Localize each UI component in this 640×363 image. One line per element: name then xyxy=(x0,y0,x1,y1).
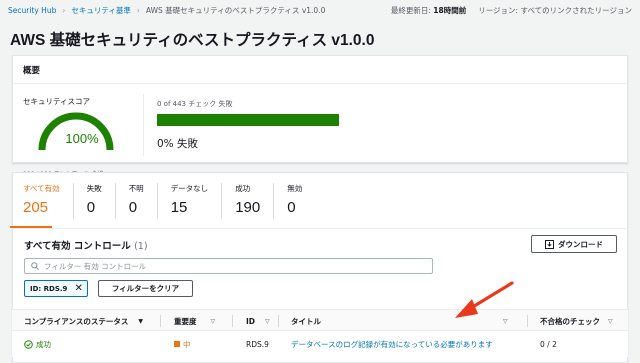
sort-icon: ▽ xyxy=(210,317,216,325)
chevron-right-icon: › xyxy=(136,5,140,15)
status-tab[interactable]: 不明 0 xyxy=(129,183,158,219)
clear-filter-button[interactable]: フィルターをクリア xyxy=(98,280,193,297)
sort-icon: ▽ xyxy=(503,317,508,325)
breadcrumb-current: AWS 基礎セキュリティのベストプラクティス v1.0.0 xyxy=(145,5,326,15)
status-tab-count: 205 xyxy=(23,199,49,216)
controls-count: (1) xyxy=(134,241,148,252)
status-tab-count: 190 xyxy=(235,199,261,216)
status-tab-count: 0 xyxy=(287,199,296,216)
status-tab-label: 成功 xyxy=(235,184,251,193)
status-tab-count: 0 xyxy=(86,199,96,216)
download-icon xyxy=(545,239,554,249)
column-divider[interactable] xyxy=(160,315,161,327)
column-id-label: ID xyxy=(246,316,256,326)
column-divider[interactable] xyxy=(527,315,528,327)
last-updated-label: 最終更新日: xyxy=(390,5,431,15)
breadcrumb-security-hub[interactable]: Security Hub xyxy=(8,6,56,15)
column-status-label: コンプライアンスのステータス xyxy=(24,316,129,326)
last-updated: 最終更新日: 18時間前 xyxy=(391,5,466,16)
column-header-title[interactable]: タイトル ▽ xyxy=(291,310,508,332)
column-title-label: タイトル xyxy=(291,316,321,326)
severity-text: 中 xyxy=(183,339,191,349)
column-header-severity[interactable]: 重要度 ▽ xyxy=(174,310,215,332)
column-severity-label: 重要度 xyxy=(174,316,197,326)
failed-percent: 0% 失敗 xyxy=(157,138,198,150)
chevron-right-icon: › xyxy=(62,5,66,15)
filter-token-label: ID: RDS.9 xyxy=(30,284,68,293)
last-updated-value: 18時間前 xyxy=(433,5,467,15)
breadcrumb-security-standards[interactable]: セキュリティ基準 xyxy=(71,5,131,16)
search-icon xyxy=(31,262,39,270)
filter-token: ID: RDS.9 ✕ xyxy=(24,280,88,297)
security-score-value: 100% xyxy=(65,131,99,146)
failed-checks-cell: 0 / 2 xyxy=(540,339,557,349)
failed-checks-bar xyxy=(157,114,339,126)
status-tab[interactable]: 失敗 0 xyxy=(87,183,116,219)
security-score-label: セキュリティスコア xyxy=(23,97,91,106)
status-tab-count: 15 xyxy=(170,199,188,216)
top-bar: Security Hub › セキュリティ基準 › AWS 基礎セキュリティのベ… xyxy=(0,0,640,20)
controls-heading: すべて有効 コントロール (1) xyxy=(24,238,148,252)
download-button[interactable]: ダウンロード xyxy=(531,235,617,253)
status-tab-label: データなし xyxy=(170,184,209,193)
sort-icon: ▽ xyxy=(608,317,613,325)
status-text: 成功 xyxy=(36,339,51,349)
status-cell: 成功 xyxy=(24,331,51,357)
column-header-status[interactable]: コンプライアンスのステータス ▼ xyxy=(24,310,143,332)
failed-checks-detail: 0 of 443 チェック 失敗 xyxy=(157,100,233,108)
title-link[interactable]: データベースのログ記録が有効になっている必要があります xyxy=(291,331,493,357)
controls-heading-text: すべて有効 コントロール xyxy=(24,241,131,252)
status-tab[interactable]: 成功 190 xyxy=(235,183,275,219)
overview-panel: 概要 セキュリティスコア 100% 190 / 190 コントロール 合格 0 … xyxy=(12,55,628,178)
column-divider[interactable] xyxy=(278,315,279,327)
severity-medium-icon xyxy=(174,341,180,347)
sort-icon: ▽ xyxy=(265,317,270,325)
severity-cell: 中 xyxy=(174,331,191,357)
region-info: リージョン: すべてのリンクされたリージョン xyxy=(478,5,632,15)
close-icon[interactable]: ✕ xyxy=(74,283,82,294)
search-placeholder: フィルター 有効 コントロール xyxy=(44,261,147,271)
status-tab[interactable]: すべて有効 205 xyxy=(23,183,74,219)
download-label: ダウンロード xyxy=(558,239,603,249)
divider xyxy=(143,94,144,156)
controls-search-input[interactable]: フィルター 有効 コントロール xyxy=(24,258,433,274)
table-header: コンプライアンスのステータス ▼ 重要度 ▽ ID ▽ タイトル ▽ 不合格のチェック ▽ xyxy=(12,309,628,331)
status-tab[interactable]: データなし 15 xyxy=(171,183,223,219)
status-filter-tabs: すべて有効 205 失敗 0 不明 0 データなし 15 成功 190 無効 0 xyxy=(23,183,328,219)
column-failed-checks-label: 不合格のチェック xyxy=(540,316,600,326)
breadcrumb: Security Hub › セキュリティ基準 › AWS 基礎セキュリティのベ… xyxy=(8,5,325,16)
column-divider[interactable] xyxy=(232,315,233,327)
id-cell: RDS.9 xyxy=(246,339,269,349)
divider xyxy=(12,228,628,229)
top-right-info: 最終更新日: 18時間前 リージョン: すべてのリンクされたリージョン xyxy=(391,5,632,16)
status-tab-label: 不明 xyxy=(128,184,144,193)
status-tab-count: 0 xyxy=(128,199,138,216)
status-tab-label: 失敗 xyxy=(86,184,102,193)
column-header-id[interactable]: ID ▽ xyxy=(246,310,270,332)
check-circle-icon xyxy=(24,339,33,349)
status-tab[interactable]: 無効 0 xyxy=(287,183,315,219)
column-header-failed-checks[interactable]: 不合格のチェック ▽ xyxy=(540,310,613,332)
table-row[interactable]: 成功 中 RDS.9 データベースのログ記録が有効になっている必要があります 0… xyxy=(12,331,628,357)
overview-heading: 概要 xyxy=(13,56,627,84)
status-tab-label: 無効 xyxy=(287,184,303,193)
sort-descending-icon: ▼ xyxy=(138,317,143,325)
status-tab-label: すべて有効 xyxy=(23,184,60,193)
